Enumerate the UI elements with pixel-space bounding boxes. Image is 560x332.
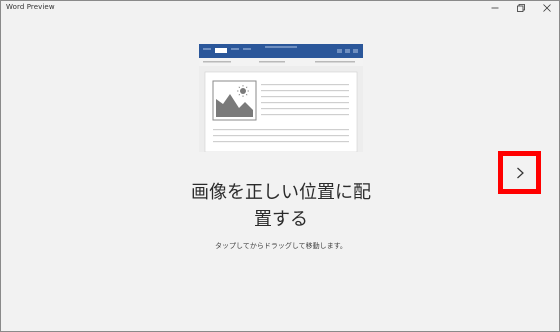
minimize-icon (491, 7, 499, 9)
app-title: Word Preview (6, 3, 55, 11)
next-button[interactable] (498, 151, 541, 194)
app-window: Word Preview 画像を正しい位置に配 置する タップしてからドラッグし… (0, 0, 560, 332)
restore-icon (517, 4, 525, 12)
title-bar[interactable]: Word Preview (1, 1, 559, 15)
page-title: 画像を正しい位置に配 置する (161, 179, 401, 233)
word-document-illustration (199, 44, 363, 152)
page-title-line-1: 画像を正しい位置に配 (191, 182, 371, 203)
minimize-button[interactable] (485, 1, 505, 15)
maximize-button[interactable] (511, 1, 531, 15)
instruction-text: タップしてからドラッグして移動します。 (215, 242, 347, 250)
page-title-line-2: 置する (254, 209, 308, 230)
close-button[interactable] (537, 1, 557, 15)
close-icon (543, 4, 551, 12)
chevron-right-icon (516, 167, 524, 178)
